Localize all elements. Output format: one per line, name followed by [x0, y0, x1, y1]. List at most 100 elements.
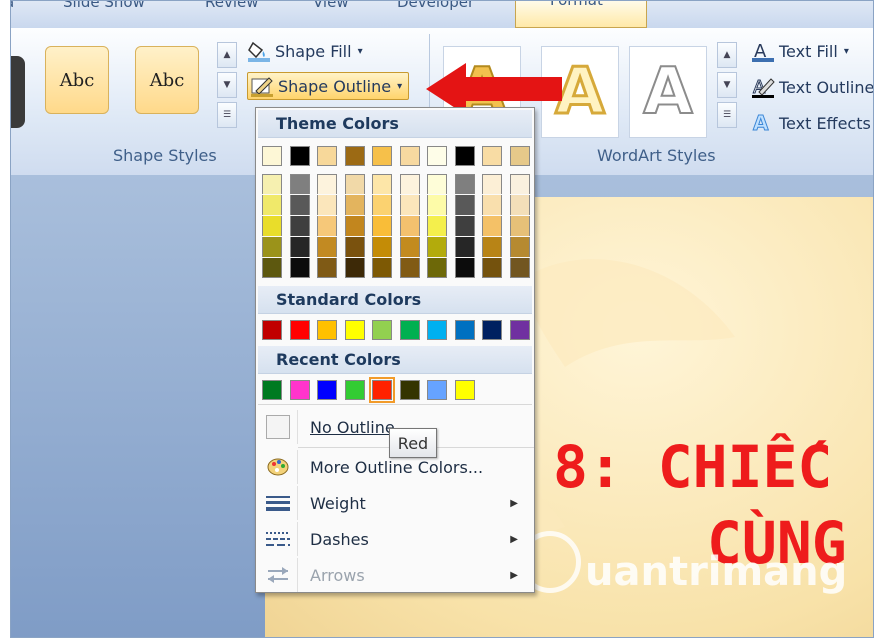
- theme-shade-swatch[interactable]: [372, 258, 392, 278]
- theme-shade-swatch[interactable]: [262, 174, 282, 194]
- shape-style-thumb-2[interactable]: Abc: [135, 46, 199, 114]
- theme-color-swatch[interactable]: [399, 146, 420, 166]
- standard-color-swatch[interactable]: [482, 320, 502, 340]
- theme-color-swatch[interactable]: [262, 146, 282, 166]
- standard-color-swatch[interactable]: [399, 320, 420, 340]
- recent-color-swatch[interactable]: [344, 380, 365, 400]
- recent-color-swatch[interactable]: [262, 380, 282, 400]
- recent-color-swatch[interactable]: [317, 380, 337, 400]
- standard-color-swatch[interactable]: [289, 320, 310, 340]
- recent-color-swatch[interactable]: [369, 377, 395, 403]
- theme-shade-swatch[interactable]: [262, 237, 282, 257]
- theme-shade-swatch[interactable]: [399, 237, 420, 257]
- theme-shade-swatch[interactable]: [289, 216, 310, 236]
- wordart-scroll-up[interactable]: ▲: [717, 42, 737, 68]
- shape-fill-button[interactable]: Shape Fill ▾: [247, 40, 363, 62]
- standard-color-swatch[interactable]: [427, 320, 447, 340]
- tab-slide-show[interactable]: Slide Show: [63, 1, 145, 11]
- theme-shade-swatch[interactable]: [509, 258, 530, 278]
- theme-shade-swatch[interactable]: [262, 195, 282, 215]
- theme-color-swatch[interactable]: [289, 146, 310, 166]
- theme-shade-swatch[interactable]: [262, 258, 282, 278]
- theme-shade-swatch[interactable]: [482, 174, 502, 194]
- shape-styles-scroll-down[interactable]: ▼: [217, 72, 237, 98]
- theme-color-swatch[interactable]: [482, 146, 502, 166]
- theme-shade-swatch[interactable]: [454, 216, 475, 236]
- shape-outline-button[interactable]: Shape Outline ▾: [247, 72, 410, 100]
- theme-shade-swatch[interactable]: [482, 237, 502, 257]
- theme-shade-swatch[interactable]: [509, 174, 530, 194]
- theme-shade-swatch[interactable]: [427, 258, 447, 278]
- theme-shade-swatch[interactable]: [317, 216, 337, 236]
- theme-shade-swatch[interactable]: [317, 258, 337, 278]
- theme-shade-swatch[interactable]: [454, 237, 475, 257]
- text-fill-button[interactable]: A Text Fill ▾: [751, 40, 849, 62]
- theme-color-swatch[interactable]: [372, 146, 392, 166]
- shape-style-thumb-dark[interactable]: [11, 56, 25, 128]
- standard-color-swatch[interactable]: [344, 320, 365, 340]
- weight-item[interactable]: Weight ▶: [258, 486, 532, 520]
- theme-shade-swatch[interactable]: [509, 216, 530, 236]
- theme-shade-swatch[interactable]: [317, 237, 337, 257]
- text-outline-button[interactable]: A Text Outline: [751, 76, 873, 99]
- theme-shade-swatch[interactable]: [427, 237, 447, 257]
- tab-developer[interactable]: Developer: [397, 1, 474, 11]
- shape-style-thumb-1[interactable]: Abc: [45, 46, 109, 114]
- dashes-item[interactable]: Dashes ▶: [258, 522, 532, 556]
- theme-shade-swatch[interactable]: [372, 174, 392, 194]
- tab-format[interactable]: Format: [515, 1, 647, 28]
- recent-color-swatch[interactable]: [289, 380, 310, 400]
- theme-shade-swatch[interactable]: [482, 195, 502, 215]
- recent-color-swatch[interactable]: [454, 380, 475, 400]
- theme-color-swatch[interactable]: [427, 146, 447, 166]
- theme-shade-swatch[interactable]: [454, 174, 475, 194]
- tab-review[interactable]: Review: [205, 1, 259, 11]
- theme-shade-swatch[interactable]: [372, 216, 392, 236]
- theme-shade-swatch[interactable]: [399, 195, 420, 215]
- standard-color-swatch[interactable]: [372, 320, 392, 340]
- theme-shade-swatch[interactable]: [454, 258, 475, 278]
- standard-color-swatch[interactable]: [317, 320, 337, 340]
- theme-shade-swatch[interactable]: [372, 237, 392, 257]
- theme-color-swatch[interactable]: [454, 146, 475, 166]
- tab-partial[interactable]: a: [11, 1, 14, 11]
- theme-shade-swatch[interactable]: [289, 258, 310, 278]
- theme-shade-swatch[interactable]: [399, 258, 420, 278]
- theme-shade-swatch[interactable]: [427, 216, 447, 236]
- text-effects-button[interactable]: A Text Effects: [751, 111, 871, 136]
- theme-shade-swatch[interactable]: [372, 195, 392, 215]
- standard-color-swatch[interactable]: [454, 320, 475, 340]
- theme-shade-swatch[interactable]: [399, 174, 420, 194]
- standard-color-swatch[interactable]: [509, 320, 530, 340]
- wordart-scroll-down[interactable]: ▼: [717, 72, 737, 98]
- theme-shade-swatch[interactable]: [454, 195, 475, 215]
- theme-shade-swatch[interactable]: [262, 216, 282, 236]
- theme-shade-swatch[interactable]: [344, 258, 365, 278]
- arrows-item[interactable]: Arrows ▶: [258, 558, 532, 592]
- theme-shade-swatch[interactable]: [344, 216, 365, 236]
- shape-styles-more[interactable]: ☰: [217, 102, 237, 128]
- theme-shade-swatch[interactable]: [344, 237, 365, 257]
- recent-color-swatch[interactable]: [427, 380, 447, 400]
- theme-shade-swatch[interactable]: [289, 195, 310, 215]
- theme-shade-swatch[interactable]: [289, 237, 310, 257]
- tab-view[interactable]: View: [313, 1, 349, 11]
- standard-color-swatch[interactable]: [262, 320, 282, 340]
- wordart-more[interactable]: ☰: [717, 102, 737, 128]
- slide-title-line-1[interactable]: 8: CHIẾC: [553, 433, 832, 501]
- theme-shade-swatch[interactable]: [482, 216, 502, 236]
- theme-shade-swatch[interactable]: [509, 237, 530, 257]
- theme-shade-swatch[interactable]: [317, 195, 337, 215]
- theme-shade-swatch[interactable]: [482, 258, 502, 278]
- theme-shade-swatch[interactable]: [289, 174, 310, 194]
- theme-shade-swatch[interactable]: [509, 195, 530, 215]
- theme-shade-swatch[interactable]: [344, 195, 365, 215]
- theme-shade-swatch[interactable]: [427, 195, 447, 215]
- theme-shade-swatch[interactable]: [317, 174, 337, 194]
- recent-color-swatch[interactable]: [399, 380, 420, 400]
- shape-styles-scroll-up[interactable]: ▲: [217, 42, 237, 68]
- theme-shade-swatch[interactable]: [427, 174, 447, 194]
- theme-color-swatch[interactable]: [344, 146, 365, 166]
- wordart-style-3[interactable]: A: [629, 46, 707, 138]
- theme-shade-swatch[interactable]: [344, 174, 365, 194]
